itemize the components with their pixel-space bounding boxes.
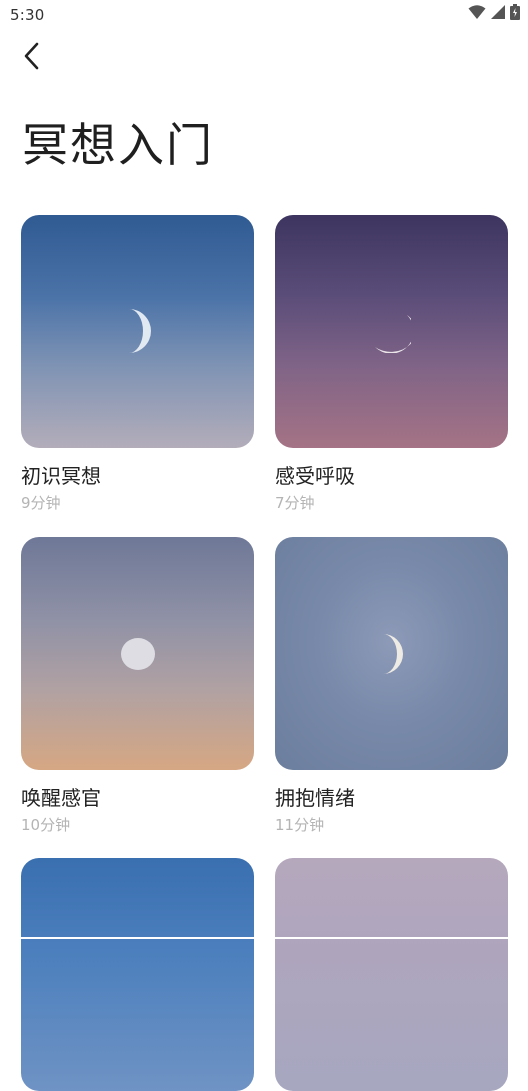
- card-thumbnail: [21, 858, 254, 1091]
- course-card-4[interactable]: 拥抱情绪 11分钟: [275, 537, 508, 834]
- card-duration: 7分钟: [275, 494, 315, 512]
- card-duration: 9分钟: [21, 494, 61, 512]
- card-title: 唤醒感官: [21, 786, 101, 810]
- card-thumbnail: [275, 858, 508, 1091]
- page-title: 冥想入门: [22, 118, 214, 172]
- card-thumbnail: [275, 537, 508, 770]
- cellular-signal-icon: [490, 4, 506, 24]
- status-time: 5:30: [10, 6, 45, 24]
- card-thumbnail: [275, 215, 508, 448]
- moon-icon: [121, 638, 155, 670]
- course-card-6[interactable]: [275, 858, 508, 1091]
- card-title: 拥抱情绪: [275, 786, 355, 810]
- card-title: 初识冥想: [21, 464, 101, 488]
- course-card-2[interactable]: 感受呼吸 7分钟: [275, 215, 508, 512]
- crescent-moon-icon: [375, 315, 411, 353]
- wifi-icon: [468, 4, 486, 24]
- crescent-moon-icon: [383, 634, 403, 674]
- battery-icon: [510, 4, 520, 24]
- card-thumbnail: [21, 215, 254, 448]
- status-icons: [468, 4, 520, 24]
- status-bar: 5:30: [0, 0, 528, 30]
- back-button[interactable]: [14, 40, 50, 76]
- card-thumbnail: [21, 537, 254, 770]
- course-card-5[interactable]: [21, 858, 254, 1091]
- course-card-1[interactable]: 初识冥想 9分钟: [21, 215, 254, 512]
- crescent-moon-icon: [129, 309, 151, 353]
- card-title: 感受呼吸: [275, 464, 355, 488]
- card-duration: 11分钟: [275, 816, 325, 834]
- card-duration: 10分钟: [21, 816, 71, 834]
- chevron-left-icon: [22, 41, 42, 75]
- course-card-3[interactable]: 唤醒感官 10分钟: [21, 537, 254, 834]
